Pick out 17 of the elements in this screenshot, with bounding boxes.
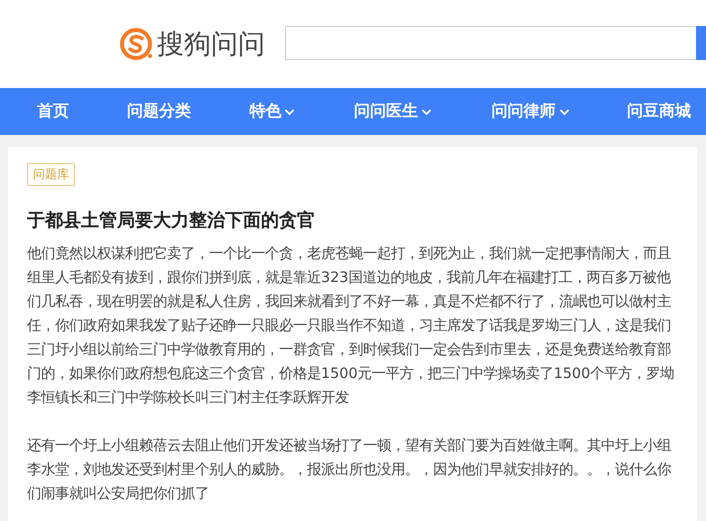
chevron-down-icon: [284, 108, 296, 116]
category-tag[interactable]: 问题库: [27, 163, 75, 186]
logo-icon: [120, 27, 154, 61]
search-field[interactable]: [285, 26, 696, 60]
nav-item[interactable]: 问问医生: [354, 101, 492, 122]
chevron-down-icon: [558, 108, 570, 116]
chevron-down-icon: [421, 108, 432, 116]
question-text: 他们竟然以权谋利把它卖了，一个比一个贪，老虎苍蝇一起打，到死为止，我们就一定把事情闹大，而且组里人毛都没有拔到，跟你们拼到底，就是靠近323国道边的地皮，我前几年在福建打工，两百多万被他们几私吞，现在明罢的就是私人住房，我回来就看到了不好一幕，真是不烂都不行了，流岷也可以做村主任，你们政府如果我发了贴子还睁一只眼必一只眼当作不知道，习主席发了话我是罗坳三门人，这是我们三门圩小组以前给三门中学做教育用的，一群贪官，到时候我们一定会告到市里去，还是免费送给教育部门的，如果你们政府想包庇这三个贪官，价格是1500元一平方，把三门中学操场卖了1500个平方，罗坳李恒镇长和三门中学陈校长叫三门村主任李跃辉开发: [27, 244, 676, 408]
search-button[interactable]: [696, 26, 706, 60]
nav-item[interactable]: 特色: [249, 101, 354, 122]
nav-item[interactable]: 问豆商城: [626, 101, 706, 122]
nav-item[interactable]: 首页: [37, 101, 127, 122]
nav-item[interactable]: 问问律师: [492, 101, 627, 122]
nav-item[interactable]: 问题分类: [126, 101, 250, 122]
logo-text: 搜狗问问: [157, 28, 265, 62]
question-title: 于都县土管局要大力整治下面的贪官: [27, 209, 316, 232]
question-text: 还有一个圩上小组赖蓓云去阻止他们开发还被当场打了一顿，望有关部门要为百姓做主啊。其中圩上小组李水堂，刘地发还受到村里个别人的威胁。，报派出所也没用。，因为他们早就安排好的。。，说什么你们闹事就叫公安局把你们抓了: [27, 436, 672, 504]
